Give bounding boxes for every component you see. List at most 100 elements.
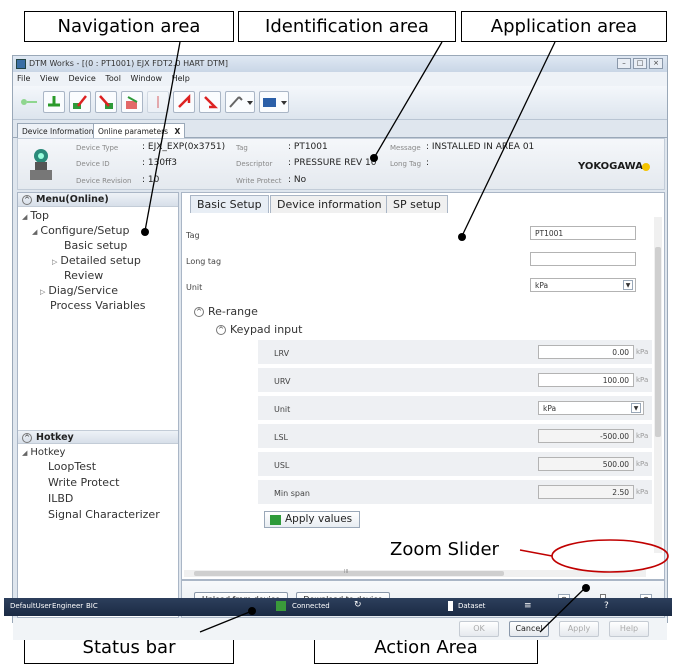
lsl-unit: kPa xyxy=(636,432,649,440)
status-mode: BIC xyxy=(86,602,98,610)
lsl-label: LSL xyxy=(274,433,288,442)
identification-area: Device Type : EJX_EXP(0x3751) Device ID … xyxy=(17,138,665,190)
expanded-triangle-icon: ◢ xyxy=(22,449,28,457)
device-type-label: Device Type xyxy=(76,144,119,152)
menu-online-label: Menu(Online) xyxy=(36,194,109,205)
tab-device-info[interactable]: Device information xyxy=(270,195,389,213)
refresh-icon: ↻ xyxy=(354,600,362,610)
device-id-text: 130ff3 xyxy=(147,158,178,168)
callout-application-label: Application area xyxy=(490,16,638,37)
lrv-input[interactable]: 0.00 xyxy=(538,345,634,359)
menu-online-header[interactable]: ^ Menu(Online) xyxy=(18,193,178,207)
chevron-down-icon: ▼ xyxy=(631,403,641,413)
descriptor-text: PRESSURE REV 10 xyxy=(293,158,377,168)
vertical-scrollbar[interactable] xyxy=(654,217,662,553)
menu-device[interactable]: Device xyxy=(68,74,95,83)
nav-item-review[interactable]: Review xyxy=(64,269,103,282)
nav-item-process-variables[interactable]: Process Variables xyxy=(50,299,146,312)
horizontal-scroll-thumb[interactable] xyxy=(194,571,504,576)
tools-dropdown-button[interactable] xyxy=(225,91,255,113)
unit-select-value: kPa xyxy=(535,281,549,290)
collapsed-triangle-icon: ▷ xyxy=(40,288,46,296)
dtm-works-window: DTM Works - [(0 : PT1001) EJX FDT2.0 HAR… xyxy=(12,55,668,640)
menu-window[interactable]: Window xyxy=(130,74,162,83)
callout-navigation-label: Navigation area xyxy=(57,16,201,37)
title-bar: DTM Works - [(0 : PT1001) EJX FDT2.0 HAR… xyxy=(13,56,667,72)
nav-item-hotkey[interactable]: ◢ Hotkey xyxy=(22,447,65,458)
nav-item-ilbd[interactable]: ILBD xyxy=(48,492,73,505)
nav-item-basic-setup[interactable]: Basic setup xyxy=(64,239,127,252)
tab-device-information[interactable]: Device Information xyxy=(17,123,99,138)
help-button[interactable]: Help xyxy=(609,621,649,637)
nav-item-diag-service[interactable]: ▷ Diag/Service xyxy=(40,284,118,297)
nav-item-configure-setup[interactable]: ◢ Configure/Setup xyxy=(32,224,129,237)
minimize-button[interactable]: – xyxy=(617,58,631,69)
callout-identification-area: Identification area xyxy=(238,11,456,42)
status-user: DefaultUser xyxy=(10,602,52,610)
application-area: Basic Setup Device information SP setup … xyxy=(181,192,665,580)
usl-label: USL xyxy=(274,461,290,470)
nav-item-signal-characterizer[interactable]: Signal Characterizer xyxy=(48,508,160,521)
expanded-triangle-icon: ◢ xyxy=(22,213,28,221)
chevron-down-icon: ▼ xyxy=(623,280,633,290)
horizontal-scrollbar[interactable]: III xyxy=(184,569,646,577)
vertical-scroll-thumb[interactable] xyxy=(655,247,661,437)
status-connection: Connected xyxy=(292,602,330,610)
nav-item-looptest[interactable]: LoopTest xyxy=(48,460,96,473)
menu-bar: File View Device Tool Window Help xyxy=(13,72,667,86)
menu-file[interactable]: File xyxy=(17,74,30,83)
long-tag-value: : xyxy=(426,158,430,168)
window-title: DTM Works - [(0 : PT1001) EJX FDT2.0 HAR… xyxy=(29,59,229,68)
list-icon: ≡ xyxy=(524,601,532,611)
upload-button[interactable] xyxy=(69,91,91,113)
maximize-button[interactable]: □ xyxy=(633,58,647,69)
status-help-icon[interactable]: ? xyxy=(604,601,609,611)
message-text: INSTALLED IN AREA 01 xyxy=(431,142,535,152)
apply-values-button[interactable]: Apply values xyxy=(264,511,360,528)
menu-view[interactable]: View xyxy=(40,74,59,83)
tag-text: PT1001 xyxy=(293,142,328,152)
go-online-button[interactable] xyxy=(43,91,65,113)
message-label: Message xyxy=(390,144,421,152)
ok-button[interactable]: OK xyxy=(459,621,499,637)
urv-input[interactable]: 100.00 xyxy=(538,373,634,387)
callout-zoom-slider: Zoom Slider xyxy=(390,539,499,560)
status-dataset: Dataset xyxy=(458,602,486,610)
download-parameter-button[interactable] xyxy=(199,91,221,113)
close-button[interactable]: × xyxy=(649,58,663,69)
cancel-button[interactable]: Cancel xyxy=(509,621,549,637)
callout-application-area: Application area xyxy=(461,11,667,42)
tab-close-icon[interactable]: X xyxy=(174,127,180,136)
tag-input[interactable]: PT1001 xyxy=(530,226,636,240)
nav-diag-label: Diag/Service xyxy=(48,284,118,297)
collapse-icon: ^ xyxy=(22,195,32,205)
apply-button[interactable]: Apply xyxy=(559,621,599,637)
disabled-tool-button[interactable] xyxy=(147,91,169,113)
tab-online-parameters[interactable]: Online parameters X xyxy=(93,123,186,138)
status-bar: DefaultUser Engineer BIC Connected ↻ Dat… xyxy=(4,598,672,616)
device-revision-label: Device Revision xyxy=(76,177,132,185)
expanded-triangle-icon: ◢ xyxy=(32,228,38,236)
rerange-group-header[interactable]: ^ Re-range xyxy=(194,305,258,318)
nav-item-detailed-setup[interactable]: ▷ Detailed setup xyxy=(52,254,141,267)
menu-help[interactable]: Help xyxy=(172,74,190,83)
tab-basic-setup[interactable]: Basic Setup xyxy=(190,195,269,213)
minspan-readonly-field: 2.50 xyxy=(538,485,634,499)
menu-tool[interactable]: Tool xyxy=(105,74,121,83)
keypad-group-header[interactable]: ^ Keypad input xyxy=(216,323,302,336)
compare-button[interactable] xyxy=(121,91,143,113)
hotkey-header[interactable]: ^ Hotkey xyxy=(18,430,178,444)
tag-value: : PT1001 xyxy=(288,142,328,152)
collapse-icon: ^ xyxy=(216,325,226,335)
connection-status-icon xyxy=(21,99,37,105)
download-button[interactable] xyxy=(95,91,117,113)
nav-item-write-protect[interactable]: Write Protect xyxy=(48,476,119,489)
long-tag-input[interactable] xyxy=(530,252,636,266)
tab-sp-setup[interactable]: SP setup xyxy=(386,195,448,213)
unit-select[interactable]: kPa ▼ xyxy=(530,278,636,292)
nav-item-top[interactable]: ◢ Top xyxy=(22,209,49,222)
unit2-select[interactable]: kPa ▼ xyxy=(538,401,644,415)
minspan-label: Min span xyxy=(274,489,310,498)
upload-parameter-button[interactable] xyxy=(173,91,195,113)
print-dropdown-button[interactable] xyxy=(259,91,289,113)
